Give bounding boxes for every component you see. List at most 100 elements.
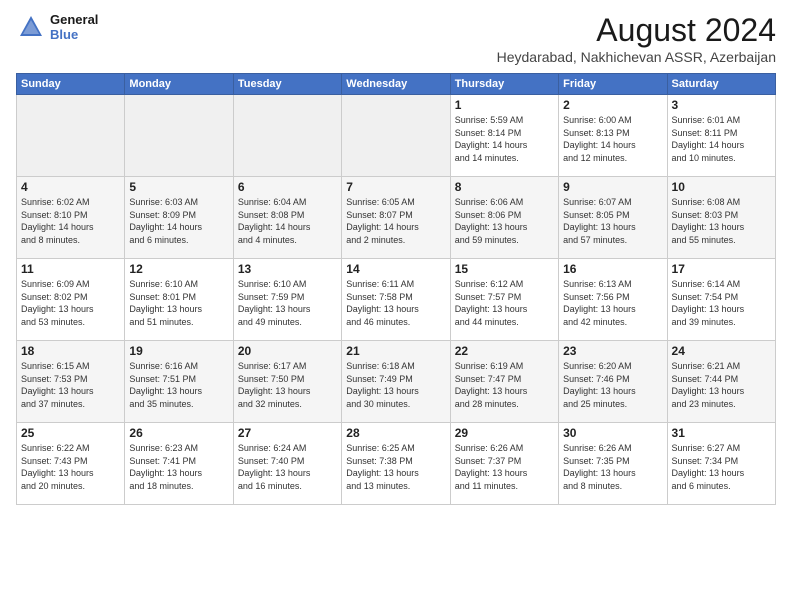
day-number: 17 [672, 262, 771, 276]
day-info: Sunrise: 5:59 AM Sunset: 8:14 PM Dayligh… [455, 114, 554, 164]
day-number: 23 [563, 344, 662, 358]
table-row: 9 Sunrise: 6:07 AM Sunset: 8:05 PM Daylig… [559, 177, 667, 259]
day-number: 12 [129, 262, 228, 276]
day-info: Sunrise: 6:04 AM Sunset: 8:08 PM Dayligh… [238, 196, 337, 246]
day-info: Sunrise: 6:09 AM Sunset: 8:02 PM Dayligh… [21, 278, 120, 328]
header-thursday: Thursday [450, 74, 558, 95]
day-info: Sunrise: 6:13 AM Sunset: 7:56 PM Dayligh… [563, 278, 662, 328]
table-row [342, 95, 450, 177]
day-info: Sunrise: 6:21 AM Sunset: 7:44 PM Dayligh… [672, 360, 771, 410]
table-row: 19Sunrise: 6:16 AM Sunset: 7:51 PM Dayli… [125, 341, 233, 423]
day-number: 16 [563, 262, 662, 276]
day-info: Sunrise: 6:16 AM Sunset: 7:51 PM Dayligh… [129, 360, 228, 410]
day-number: 3 [672, 98, 771, 112]
table-row: 26 Sunrise: 6:23 AM Sunset: 7:41 PM Dayli… [125, 423, 233, 505]
table-row: 28Sunrise: 6:25 AM Sunset: 7:38 PM Dayli… [342, 423, 450, 505]
day-info: Sunrise: 6:10 AM Sunset: 7:59 PM Dayligh… [238, 278, 337, 328]
day-number: 15 [455, 262, 554, 276]
table-row: 24 Sunrise: 6:21 AM Sunset: 7:44 PM Dayli… [667, 341, 775, 423]
day-info: Sunrise: 6:23 AM Sunset: 7:41 PM Dayligh… [129, 442, 228, 492]
day-info: Sunrise: 6:10 AM Sunset: 8:01 PM Dayligh… [129, 278, 228, 328]
week-row-3: 11 Sunrise: 6:09 AM Sunset: 8:02 PM Dayli… [17, 259, 776, 341]
table-row: 20Sunrise: 6:17 AM Sunset: 7:50 PM Dayli… [233, 341, 341, 423]
day-info: Sunrise: 6:19 AM Sunset: 7:47 PM Dayligh… [455, 360, 554, 410]
table-row: 21Sunrise: 6:18 AM Sunset: 7:49 PM Dayli… [342, 341, 450, 423]
header: General Blue August 2024 Heydarabad, Nak… [16, 12, 776, 65]
day-info: Sunrise: 6:03 AM Sunset: 8:09 PM Dayligh… [129, 196, 228, 246]
table-row: 22 Sunrise: 6:19 AM Sunset: 7:47 PM Dayli… [450, 341, 558, 423]
day-info: Sunrise: 6:15 AM Sunset: 7:53 PM Dayligh… [21, 360, 120, 410]
table-row: 11 Sunrise: 6:09 AM Sunset: 8:02 PM Dayli… [17, 259, 125, 341]
day-number: 5 [129, 180, 228, 194]
day-info: Sunrise: 6:08 AM Sunset: 8:03 PM Dayligh… [672, 196, 771, 246]
header-wednesday: Wednesday [342, 74, 450, 95]
table-row: 8 Sunrise: 6:06 AM Sunset: 8:06 PM Daylig… [450, 177, 558, 259]
day-number: 27 [238, 426, 337, 440]
day-info: Sunrise: 6:07 AM Sunset: 8:05 PM Dayligh… [563, 196, 662, 246]
day-number: 26 [129, 426, 228, 440]
day-number: 30 [563, 426, 662, 440]
table-row: 1 Sunrise: 5:59 AM Sunset: 8:14 PM Daylig… [450, 95, 558, 177]
day-info: Sunrise: 6:20 AM Sunset: 7:46 PM Dayligh… [563, 360, 662, 410]
day-info: Sunrise: 6:11 AM Sunset: 7:58 PM Dayligh… [346, 278, 445, 328]
day-info: Sunrise: 6:24 AM Sunset: 7:40 PM Dayligh… [238, 442, 337, 492]
table-row: 15 Sunrise: 6:12 AM Sunset: 7:57 PM Dayli… [450, 259, 558, 341]
day-number: 24 [672, 344, 771, 358]
table-row [125, 95, 233, 177]
day-number: 14 [346, 262, 445, 276]
header-saturday: Saturday [667, 74, 775, 95]
logo-icon [16, 12, 46, 42]
day-number: 22 [455, 344, 554, 358]
table-row: 16 Sunrise: 6:13 AM Sunset: 7:56 PM Dayli… [559, 259, 667, 341]
table-row: 10Sunrise: 6:08 AM Sunset: 8:03 PM Dayli… [667, 177, 775, 259]
day-info: Sunrise: 6:18 AM Sunset: 7:49 PM Dayligh… [346, 360, 445, 410]
day-number: 9 [563, 180, 662, 194]
day-number: 20 [238, 344, 337, 358]
table-row: 12 Sunrise: 6:10 AM Sunset: 8:01 PM Dayli… [125, 259, 233, 341]
table-row: 25Sunrise: 6:22 AM Sunset: 7:43 PM Dayli… [17, 423, 125, 505]
day-number: 8 [455, 180, 554, 194]
week-row-1: 1 Sunrise: 5:59 AM Sunset: 8:14 PM Daylig… [17, 95, 776, 177]
day-number: 6 [238, 180, 337, 194]
table-row: 31 Sunrise: 6:27 AM Sunset: 7:34 PM Dayli… [667, 423, 775, 505]
calendar-table: Sunday Monday Tuesday Wednesday Thursday… [16, 73, 776, 505]
day-info: Sunrise: 6:01 AM Sunset: 8:11 PM Dayligh… [672, 114, 771, 164]
day-number: 1 [455, 98, 554, 112]
table-row: 27 Sunrise: 6:24 AM Sunset: 7:40 PM Dayli… [233, 423, 341, 505]
week-row-2: 4 Sunrise: 6:02 AM Sunset: 8:10 PM Daylig… [17, 177, 776, 259]
day-number: 29 [455, 426, 554, 440]
day-info: Sunrise: 6:05 AM Sunset: 8:07 PM Dayligh… [346, 196, 445, 246]
logo: General Blue [16, 12, 98, 42]
day-number: 11 [21, 262, 120, 276]
title-section: August 2024 Heydarabad, Nakhichevan ASSR… [497, 12, 776, 65]
table-row: 29 Sunrise: 6:26 AM Sunset: 7:37 PM Dayli… [450, 423, 558, 505]
table-row: 30 Sunrise: 6:26 AM Sunset: 7:35 PM Dayli… [559, 423, 667, 505]
table-row: 2Sunrise: 6:00 AM Sunset: 8:13 PM Daylig… [559, 95, 667, 177]
weekday-header-row: Sunday Monday Tuesday Wednesday Thursday… [17, 74, 776, 95]
day-number: 4 [21, 180, 120, 194]
location: Heydarabad, Nakhichevan ASSR, Azerbaijan [497, 49, 776, 65]
header-tuesday: Tuesday [233, 74, 341, 95]
day-info: Sunrise: 6:26 AM Sunset: 7:35 PM Dayligh… [563, 442, 662, 492]
table-row: 4 Sunrise: 6:02 AM Sunset: 8:10 PM Daylig… [17, 177, 125, 259]
table-row: 3 Sunrise: 6:01 AM Sunset: 8:11 PM Daylig… [667, 95, 775, 177]
week-row-4: 18 Sunrise: 6:15 AM Sunset: 7:53 PM Dayli… [17, 341, 776, 423]
calendar-page: General Blue August 2024 Heydarabad, Nak… [0, 0, 792, 612]
table-row: 6 Sunrise: 6:04 AM Sunset: 8:08 PM Daylig… [233, 177, 341, 259]
table-row: 7 Sunrise: 6:05 AM Sunset: 8:07 PM Daylig… [342, 177, 450, 259]
day-number: 13 [238, 262, 337, 276]
day-number: 2 [563, 98, 662, 112]
week-row-5: 25Sunrise: 6:22 AM Sunset: 7:43 PM Dayli… [17, 423, 776, 505]
day-info: Sunrise: 6:27 AM Sunset: 7:34 PM Dayligh… [672, 442, 771, 492]
header-friday: Friday [559, 74, 667, 95]
day-number: 7 [346, 180, 445, 194]
day-info: Sunrise: 6:12 AM Sunset: 7:57 PM Dayligh… [455, 278, 554, 328]
day-info: Sunrise: 6:02 AM Sunset: 8:10 PM Dayligh… [21, 196, 120, 246]
day-info: Sunrise: 6:26 AM Sunset: 7:37 PM Dayligh… [455, 442, 554, 492]
day-info: Sunrise: 6:06 AM Sunset: 8:06 PM Dayligh… [455, 196, 554, 246]
header-monday: Monday [125, 74, 233, 95]
day-number: 31 [672, 426, 771, 440]
day-info: Sunrise: 6:22 AM Sunset: 7:43 PM Dayligh… [21, 442, 120, 492]
table-row: 23 Sunrise: 6:20 AM Sunset: 7:46 PM Dayli… [559, 341, 667, 423]
day-number: 18 [21, 344, 120, 358]
